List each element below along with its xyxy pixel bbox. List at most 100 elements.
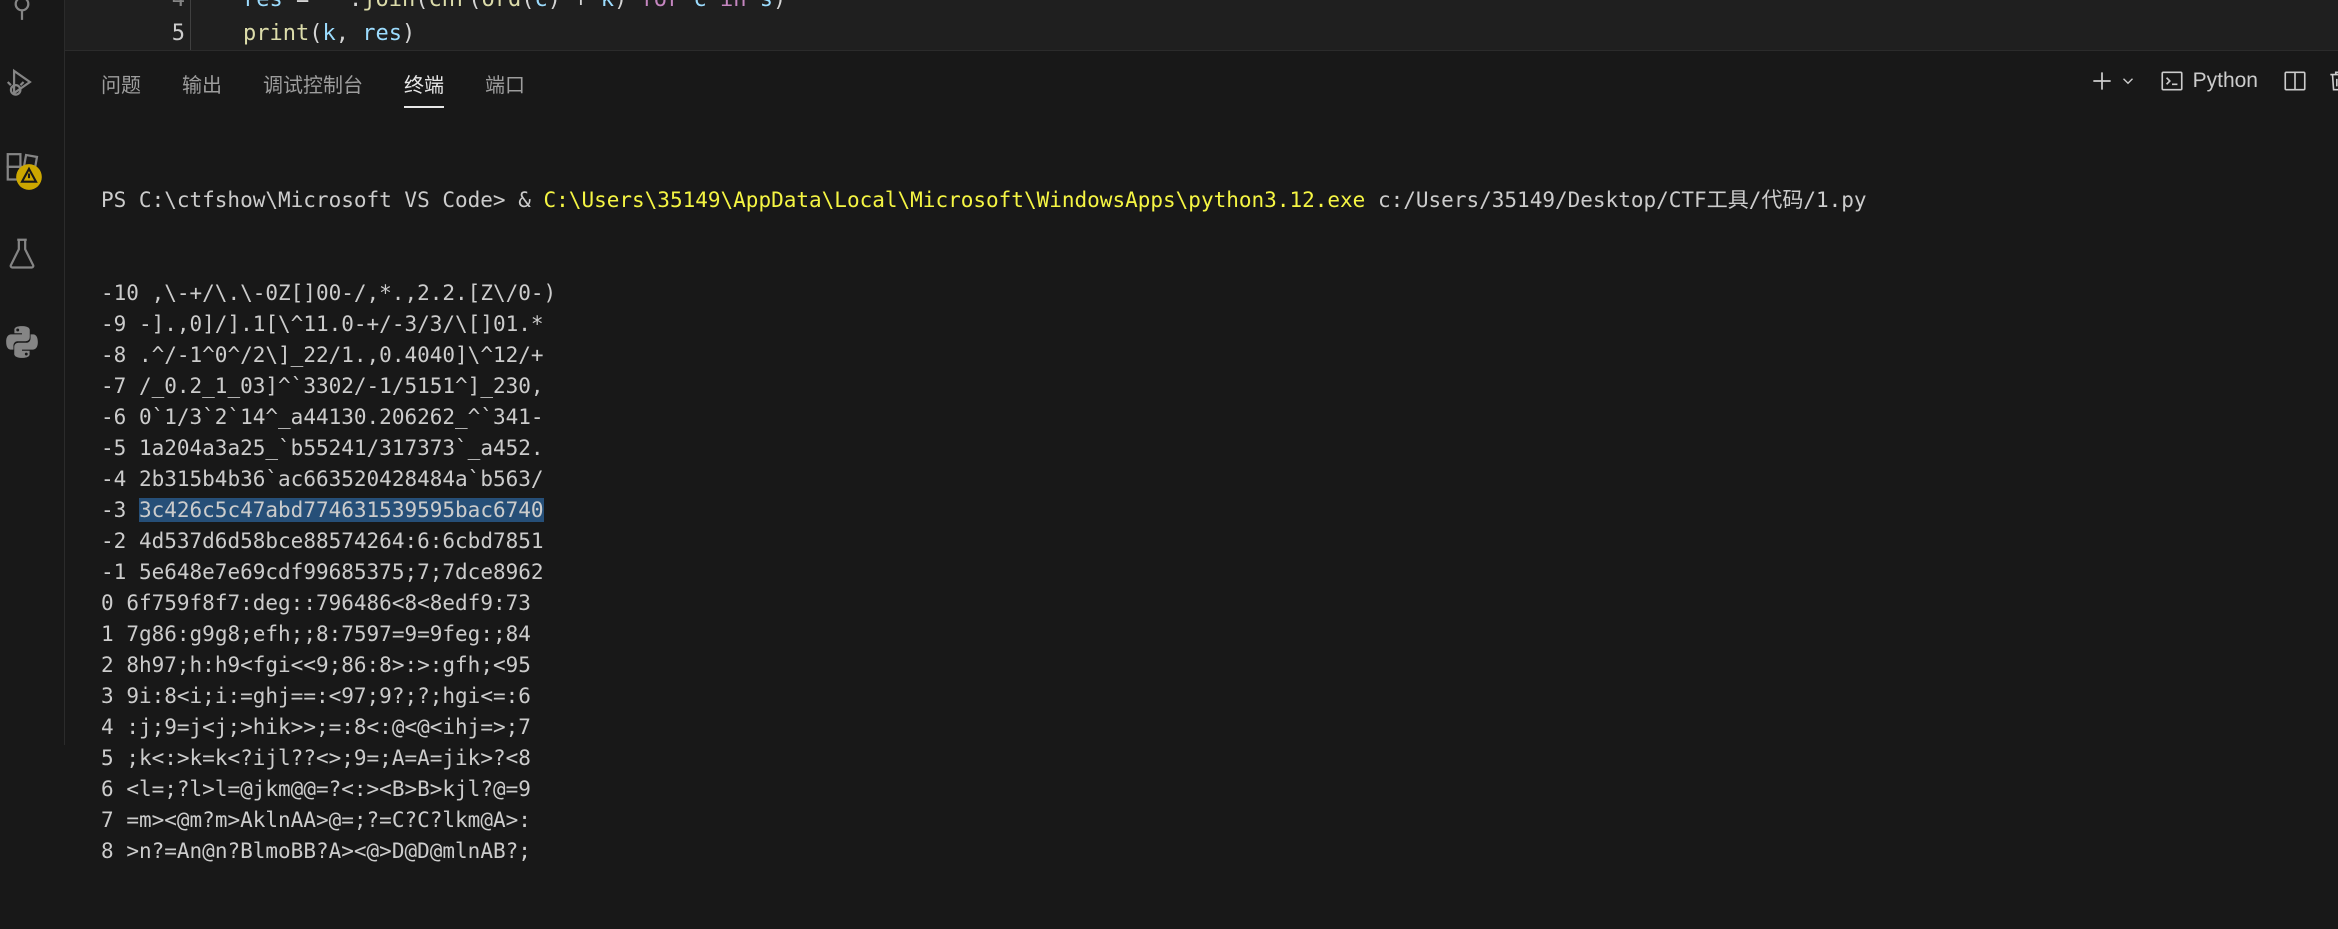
result-text: ,\-+/\.\-0Z[]00-/,*.,2.2.[Z\/0-) [151, 281, 557, 305]
shift-key-value: -4 [101, 467, 127, 491]
shift-key-value: 0 [101, 591, 114, 615]
result-text: -].,0]/].1[\^11.0-+/-3/3/\[]01.* [138, 312, 544, 336]
terminal-exe-path: C:\Users\35149\AppData\Local\Microsoft\W… [543, 188, 1366, 212]
terminal-output-line: 3 9i:8<i;i:=ghj==:<97;9?;?;hgi<=:6 [101, 681, 2301, 712]
code-token: ) [401, 21, 416, 46]
kill-terminal-button[interactable] [2326, 68, 2338, 94]
python-icon[interactable] [0, 320, 44, 364]
terminal-output-line: -1 5e648e7e69cdf99685375;7;7dce8962 [101, 557, 2301, 588]
code-token: res [243, 0, 283, 12]
source-control-icon[interactable] [0, 0, 44, 26]
shift-key-value: 5 [101, 746, 114, 770]
shift-key-value: 3 [101, 684, 114, 708]
shift-key-value: -9 [101, 312, 127, 336]
panel-tabs: 问题 输出 调试控制台 终端 端口 [101, 69, 566, 108]
code-line-4[interactable]: res = ''.join(chr(ord(c) + k) for c in s… [243, 0, 786, 12]
terminal-output[interactable]: PS C:\ctfshow\Microsoft VS Code> & C:\Us… [101, 123, 2301, 929]
shift-key-value: -2 [101, 529, 127, 553]
terminal-output-line: 2 8h97;h:h9<fgi<<9;86:8>:>:gfh;<95 [101, 650, 2301, 681]
terminal-output-line: 4 :j;9=j<j;>hik>>;=:8<:@<@<ihj=>;7 [101, 712, 2301, 743]
code-token: ) [614, 0, 641, 12]
result-text: /_0.2_1_03]^`3302/-1/5151^]_230, [138, 374, 544, 398]
code-token: s [760, 0, 773, 12]
tab-debug-console[interactable]: 调试控制台 [263, 69, 363, 106]
shift-key-value: -8 [101, 343, 127, 367]
result-text: 4d537d6d58bce88574264:6:6cbd7851 [138, 529, 544, 553]
result-text: =m><@m?m>AklnAA>@=;?=C?C?lkm@A>: [126, 808, 531, 832]
result-text: 6f759f8f7:deg::796486<8<8edf9:73 [126, 591, 531, 615]
trash-icon [2330, 71, 2338, 91]
plus-icon [2092, 72, 2111, 90]
terminal-output-line: -7 /_0.2_1_03]^`3302/-1/5151^]_230, [101, 371, 2301, 402]
tab-problems[interactable]: 问题 [101, 69, 141, 106]
terminal-output-line: -3 3c426c5c47abd774631539595bac6740 [101, 495, 2301, 526]
result-text: 8h97;h:h9<fgi<<9;86:8>:>:gfh;<95 [126, 653, 531, 677]
shift-key-value: 7 [101, 808, 114, 832]
code-token: , [335, 21, 363, 46]
testing-flask-icon[interactable] [0, 232, 44, 276]
shift-key-value: -5 [101, 436, 127, 460]
terminal-prompt: PS C:\ctfshow\Microsoft VS Code> & [101, 188, 544, 212]
shift-key-value: 4 [101, 715, 114, 739]
code-token: ) + [548, 0, 601, 12]
result-text: 7g86:g9g8;efh;;8:7597=9=9feg:;84 [126, 622, 531, 646]
tab-ports[interactable]: 端口 [485, 69, 525, 106]
terminal-output-line: -6 0`1/3`2`14^_a44130.206262_^`341- [101, 402, 2301, 433]
code-token: ( [468, 0, 481, 12]
terminal-icon [2161, 71, 2183, 91]
result-text: 1a204a3a25_`b55241/317373`_a452. [138, 436, 544, 460]
code-token: k [601, 0, 614, 12]
code-token: in [720, 0, 747, 12]
terminal-instance-label: Python [2192, 69, 2258, 92]
terminal-output-line: -8 .^/-1^0^/2\]_22/1.,0.4040]\^12/+ [101, 340, 2301, 371]
tab-output[interactable]: 输出 [182, 69, 222, 106]
terminal-output-line: 0 6f759f8f7:deg::796486<8<8edf9:73 [101, 588, 2301, 619]
new-terminal-button[interactable] [2089, 68, 2115, 94]
code-token: ord [481, 0, 521, 12]
result-text: :j;9=j<j;>hik>>;=:8<:@<@<ihj=>;7 [126, 715, 531, 739]
terminal-output-line: -5 1a204a3a25_`b55241/317373`_a452. [101, 433, 2301, 464]
warning-badge-icon [14, 162, 44, 192]
tab-terminal[interactable]: 终端 [404, 69, 444, 108]
result-text: 2b315b4b36`ac663520428484a`b563/ [138, 467, 544, 491]
code-line-5[interactable]: print(k, res) [243, 21, 415, 46]
indent-guide [190, 0, 191, 50]
terminal-output-line: -4 2b315b4b36`ac663520428484a`b563/ [101, 464, 2301, 495]
result-text: 5e648e7e69cdf99685375;7;7dce8962 [138, 560, 544, 584]
terminal-output-line: 7 =m><@m?m>AklnAA>@=;?=C?C?lkm@A>: [101, 805, 2301, 836]
panel-toolbar: Python [2071, 61, 2338, 101]
result-text: ;k<:>k=k<?ijl??<>;9=;A=A=jik>?<8 [126, 746, 531, 770]
terminal-output-line: -2 4d537d6d58bce88574264:6:6cbd7851 [101, 526, 2301, 557]
shift-key-value: 1 [101, 622, 114, 646]
code-token: '' [323, 0, 350, 12]
terminal-script-path: c:/Users/35149/Desktop/CTF工具/代码/1.py [1365, 188, 1867, 212]
line-number: 5 [171, 21, 185, 46]
selected-result-text: 3c426c5c47abd774631539595bac6740 [138, 498, 544, 522]
shift-key-value: -1 [101, 560, 127, 584]
terminal-panel: 问题 输出 调试控制台 终端 端口 Python PS C:\ctfshow\M… [65, 51, 2338, 863]
terminal-output-line: -10 ,\-+/\.\-0Z[]00-/,*.,2.2.[Z\/0-) [101, 278, 2301, 309]
terminal-output-line: 5 ;k<:>k=k<?ijl??<>;9=;A=A=jik>?<8 [101, 743, 2301, 774]
result-text: <l=;?l>l=@jkm@@=?<:><B>B>kjl?@=9 [126, 777, 531, 801]
shift-key-value: -3 [101, 498, 127, 522]
code-token: for [640, 0, 680, 12]
code-editor[interactable]: 4 res = ''.join(chr(ord(c) + k) for c in… [65, 0, 2338, 50]
activity-bar [0, 0, 65, 745]
shift-key-value: -6 [101, 405, 127, 429]
terminal-output-line: 6 <l=;?l>l=@jkm@@=?<:><B>B>kjl?@=9 [101, 774, 2301, 805]
result-text: 9i:8<i;i:=ghj==:<97;9?;?;hgi<=:6 [126, 684, 531, 708]
terminal-dropdown-button[interactable] [2119, 72, 2137, 90]
terminal-command-line: PS C:\ctfshow\Microsoft VS Code> & C:\Us… [101, 185, 2301, 216]
shift-key-value: -7 [101, 374, 127, 398]
code-token: res [362, 21, 402, 46]
code-token: = [283, 0, 323, 12]
split-terminal-button[interactable] [2282, 68, 2308, 94]
terminal-output-line: 1 7g86:g9g8;efh;;8:7597=9=9feg:;84 [101, 619, 2301, 650]
shift-key-value: 6 [101, 777, 114, 801]
terminal-instance-python[interactable]: Python [2159, 68, 2258, 94]
run-debug-icon[interactable] [0, 60, 44, 104]
result-text: .^/-1^0^/2\]_22/1.,0.4040]\^12/+ [138, 343, 544, 367]
